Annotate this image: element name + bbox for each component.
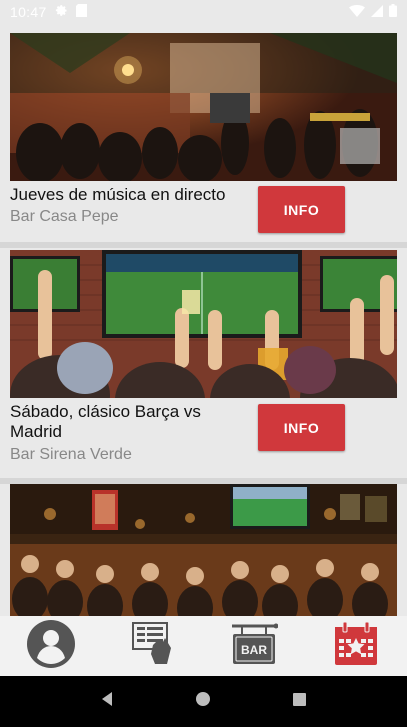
nav-bars[interactable]: BAR (224, 618, 284, 674)
back-icon[interactable] (100, 691, 114, 712)
events-list[interactable]: Jueves de música en directo Bar Casa Pep… (0, 24, 407, 616)
event-card: Sábado, clásico Barça vs Madrid Bar Sire… (0, 248, 407, 478)
bar-sign-label: BAR (241, 643, 267, 657)
profile-icon (26, 619, 76, 674)
calendar-icon (333, 621, 379, 672)
recents-icon[interactable] (292, 692, 307, 712)
info-button[interactable]: INFO (258, 186, 345, 233)
status-time: 10:47 (10, 4, 47, 20)
nav-profile[interactable] (21, 618, 81, 674)
nav-offers[interactable] (123, 618, 183, 674)
event-image-football[interactable] (10, 250, 397, 398)
bottom-navigation: BAR (0, 616, 407, 676)
event-card (0, 484, 407, 616)
home-icon[interactable] (195, 691, 211, 712)
event-image-pub[interactable] (10, 484, 397, 616)
sim-card-icon (75, 4, 87, 20)
info-button[interactable]: INFO (258, 404, 345, 451)
nav-events[interactable] (326, 618, 386, 674)
system-navigation-bar (0, 676, 407, 727)
offers-icon (131, 621, 175, 672)
wifi-icon (349, 4, 365, 20)
event-card: Jueves de música en directo Bar Casa Pep… (0, 24, 407, 242)
event-title: Sábado, clásico Barça vs Madrid (10, 402, 201, 441)
event-venue: Bar Sirena Verde (10, 446, 132, 463)
event-title: Jueves de música en directo (10, 185, 226, 204)
status-bar: 10:47 (0, 0, 407, 24)
bar-sign-icon: BAR (230, 622, 279, 671)
event-image-live-music[interactable] (10, 33, 397, 181)
signal-icon (371, 4, 383, 20)
battery-icon (389, 4, 397, 20)
event-venue: Bar Casa Pepe (10, 208, 119, 225)
settings-icon (55, 4, 68, 20)
